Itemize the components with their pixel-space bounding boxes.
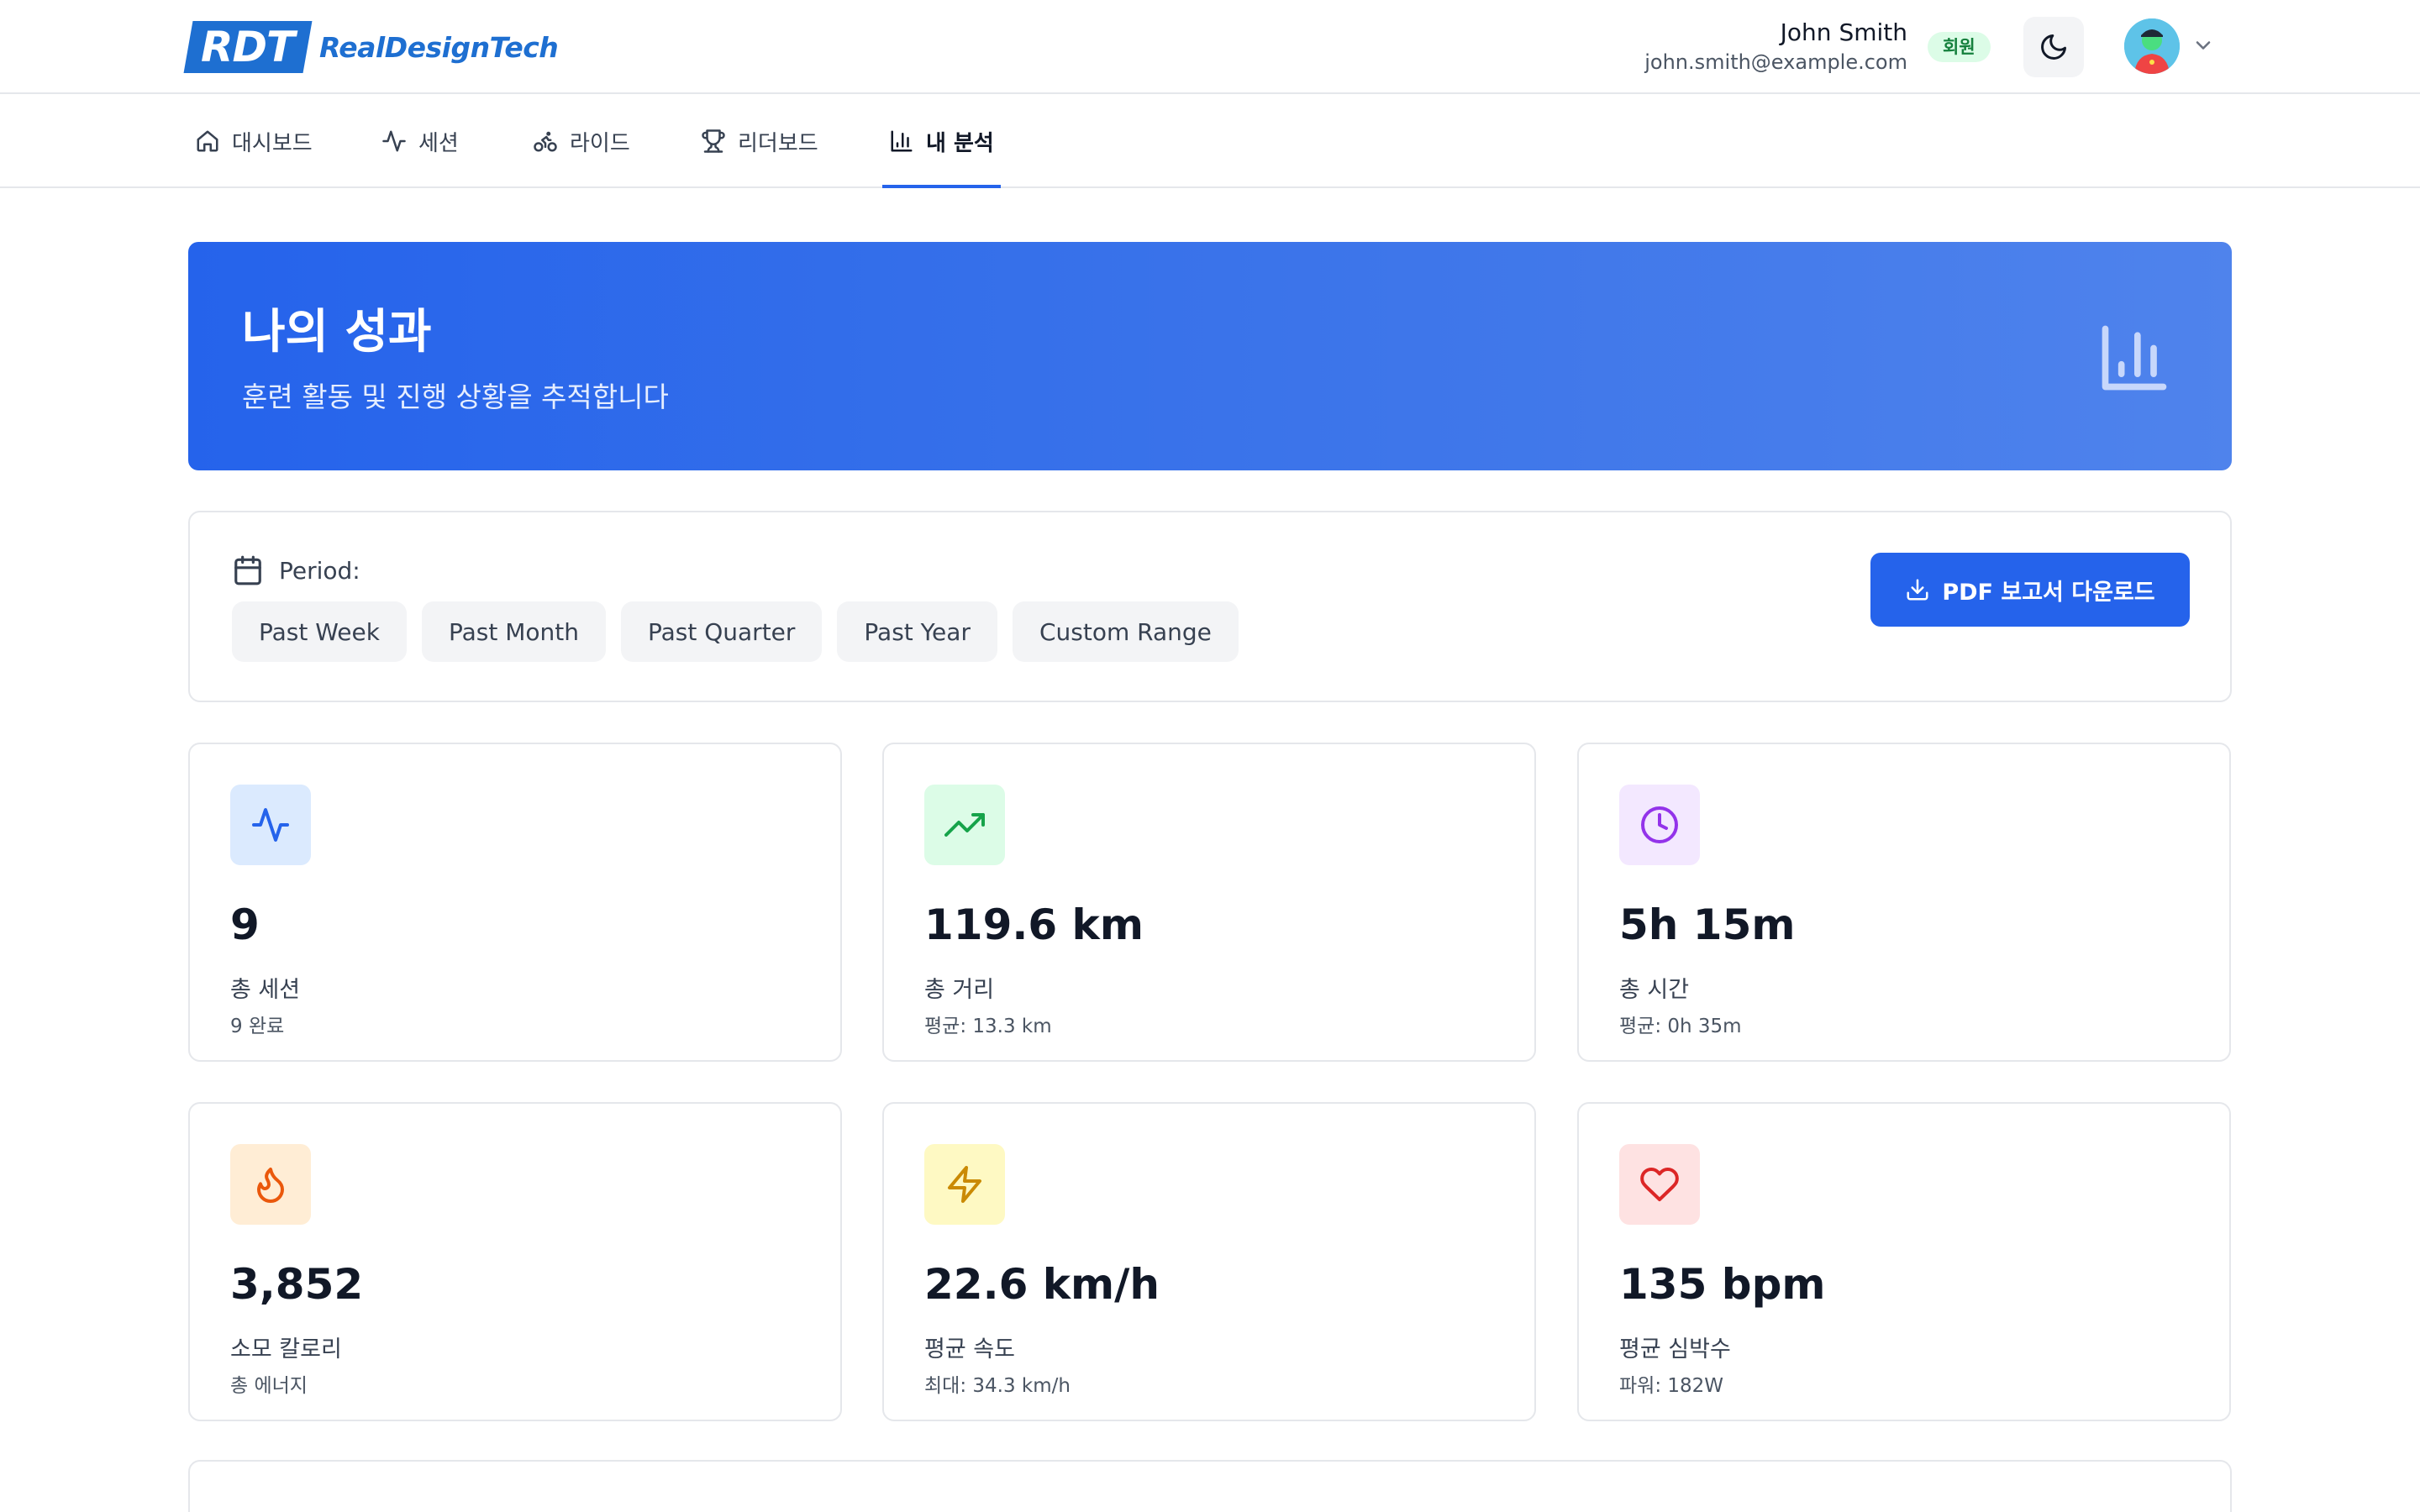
user-info: John Smith john.smith@example.com (1644, 17, 1907, 76)
stat-icon-container (230, 785, 311, 865)
main-nav: 대시보드 세션 라이드 리더보드 내 분석 (0, 96, 2420, 188)
brand-logo[interactable]: RDT RealDesignTech (183, 20, 559, 74)
period-option-custom[interactable]: Custom Range (1012, 601, 1239, 662)
app-header: RDT RealDesignTech John Smith john.smith… (0, 0, 2420, 94)
nav-item-my-analysis[interactable]: 내 분석 (882, 96, 1001, 188)
member-badge: 회원 (1928, 32, 1991, 62)
flame-icon (257, 1168, 284, 1203)
activity-icon (252, 808, 289, 842)
stat-card-sessions: 9 총 세션 9 완료 (188, 743, 842, 1062)
stat-card-speed: 22.6 km/h 평균 속도 최대: 34.3 km/h (882, 1102, 1536, 1421)
period-label-text: Period: (279, 556, 360, 585)
nav-item-dashboard[interactable]: 대시보드 (195, 96, 313, 186)
stat-card-heart-rate: 135 bpm 평균 심박수 파워: 182W (1577, 1102, 2231, 1421)
calendar-icon (234, 555, 261, 585)
nav-item-label: 라이드 (570, 130, 630, 156)
stat-sub: 9 완료 (230, 1016, 285, 1037)
nav-item-leaderboard[interactable]: 리더보드 (701, 96, 818, 186)
avatar-image (2124, 18, 2180, 74)
clock-icon (1641, 806, 1678, 843)
nav-item-rides[interactable]: 라이드 (533, 96, 630, 186)
stat-card-calories: 3,852 소모 칼로리 총 에너지 (188, 1102, 842, 1421)
download-pdf-label: PDF 보고서 다운로드 (1942, 579, 2155, 606)
nav-item-sessions[interactable]: 세션 (381, 96, 459, 186)
stat-card-time: 5h 15m 총 시간 평균: 0h 35m (1577, 743, 2231, 1062)
hero-banner: 나의 성과 훈련 활동 및 진행 상황을 추적합니다 (188, 242, 2232, 470)
nav-item-label: 대시보드 (232, 130, 313, 156)
bike-icon (534, 131, 557, 152)
avatar[interactable] (2124, 18, 2180, 74)
stat-label: 총 거리 (924, 977, 995, 1003)
stat-value: 135 bpm (1619, 1260, 1826, 1309)
bar-chart-icon (891, 130, 913, 152)
stat-icon-container (924, 785, 1005, 865)
logo-mark-text: RDT (201, 23, 295, 71)
user-email: john.smith@example.com (1644, 50, 1907, 74)
heart-icon (1640, 1167, 1679, 1201)
theme-toggle-button[interactable] (2023, 17, 2084, 77)
nav-item-label: 내 분석 (926, 130, 994, 156)
stat-sub: 최대: 34.3 km/h (924, 1375, 1071, 1397)
stat-sub: 총 에너지 (230, 1375, 308, 1397)
trending-up-icon (944, 813, 985, 837)
stat-icon-container (1619, 1144, 1700, 1225)
period-filter-card: Period: Past Week Past Month Past Quarte… (188, 511, 2232, 702)
nav-item-label: 리더보드 (738, 130, 818, 156)
stat-value: 5h 15m (1619, 900, 1796, 949)
logo-wordmark: RealDesignTech (319, 30, 559, 64)
moon-icon (2041, 34, 2066, 60)
stat-value: 9 (230, 900, 260, 949)
period-options: Past Week Past Month Past Quarter Past Y… (232, 601, 1239, 662)
stat-label: 총 시간 (1619, 977, 1690, 1003)
stat-sub: 평균: 13.3 km (924, 1016, 1052, 1037)
home-icon (197, 130, 218, 152)
period-option-year[interactable]: Past Year (837, 601, 997, 662)
bar-chart-icon (2102, 325, 2167, 391)
stat-value: 22.6 km/h (924, 1260, 1160, 1309)
stat-card-distance: 119.6 km 총 거리 평균: 13.3 km (882, 743, 1536, 1062)
page-subtitle: 훈련 활동 및 진행 상황을 추적합니다 (242, 381, 669, 413)
download-pdf-button[interactable]: PDF 보고서 다운로드 (1870, 553, 2190, 627)
stat-label: 소모 칼로리 (230, 1336, 342, 1362)
stat-sub: 파워: 182W (1619, 1375, 1724, 1397)
nav-item-label: 세션 (418, 130, 459, 156)
stat-sub: 평균: 0h 35m (1619, 1016, 1742, 1037)
stat-label: 평균 심박수 (1619, 1336, 1731, 1362)
period-option-month[interactable]: Past Month (421, 601, 606, 662)
stat-label: 평균 속도 (924, 1336, 1015, 1362)
period-option-quarter[interactable]: Past Quarter (620, 601, 823, 662)
chevron-down-icon[interactable] (2191, 34, 2215, 57)
zap-icon (948, 1166, 981, 1203)
period-label: Period: (232, 554, 360, 586)
stat-value: 119.6 km (924, 900, 1144, 949)
activity-icon (382, 130, 406, 152)
next-section-card (188, 1460, 2232, 1512)
stat-value: 3,852 (230, 1260, 364, 1309)
stat-icon-container (230, 1144, 311, 1225)
trophy-icon (702, 129, 725, 153)
period-option-week[interactable]: Past Week (232, 601, 407, 662)
download-icon (1907, 579, 1928, 601)
stat-label: 총 세션 (230, 977, 301, 1003)
logo-mark: RDT (183, 21, 313, 73)
user-name: John Smith (1780, 18, 1907, 46)
page-title: 나의 성과 (242, 305, 432, 360)
stat-icon-container (924, 1144, 1005, 1225)
stat-icon-container (1619, 785, 1700, 865)
